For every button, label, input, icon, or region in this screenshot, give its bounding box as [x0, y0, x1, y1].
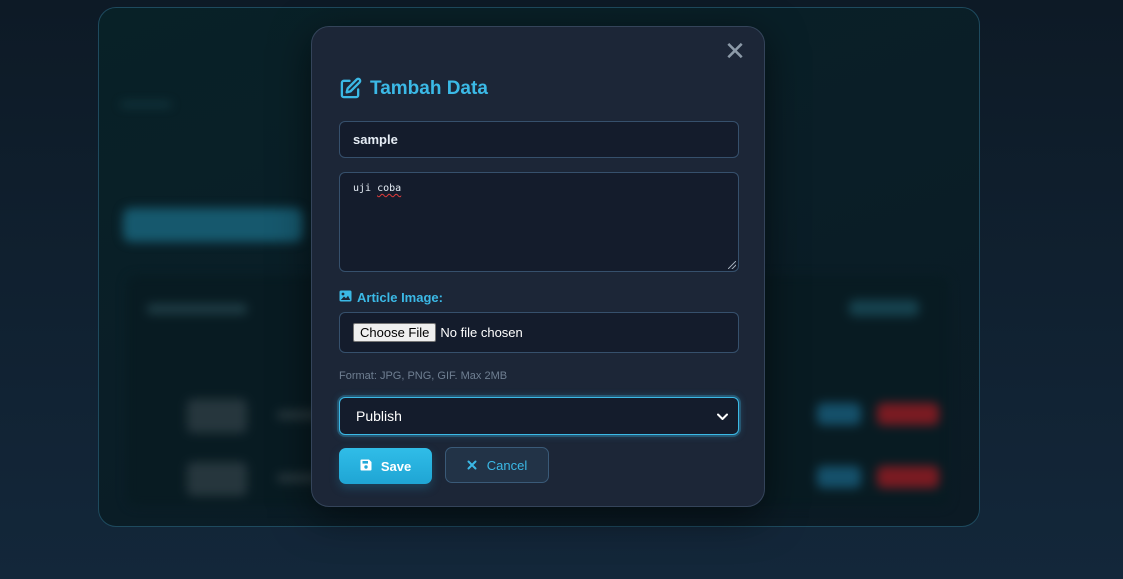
x-icon	[467, 458, 477, 473]
content-text: uji	[353, 183, 378, 194]
save-button[interactable]: Save	[339, 448, 432, 484]
status-select[interactable]: Publish	[339, 397, 739, 435]
background-table-header	[147, 304, 247, 314]
background-row-edit	[817, 466, 861, 488]
modal-title: Tambah Data	[339, 77, 488, 100]
background-row-thumbnail	[187, 399, 247, 433]
content-textarea[interactable]: uji coba	[339, 172, 739, 272]
add-data-modal: ✕ Tambah Data sample uji coba Article Im…	[311, 26, 765, 507]
floppy-disk-icon	[360, 459, 372, 474]
choose-file-button[interactable]: Choose File	[353, 323, 437, 342]
chevron-down-icon	[717, 408, 728, 424]
modal-title-text: Tambah Data	[370, 77, 488, 99]
article-image-label-text: Article Image:	[357, 290, 443, 305]
status-select-value: Publish	[356, 408, 402, 424]
image-icon	[339, 290, 352, 305]
save-button-label: Save	[380, 458, 412, 474]
content-text-misspelled: coba	[377, 183, 402, 194]
close-icon[interactable]: ✕	[724, 38, 746, 64]
article-image-label: Article Image:	[339, 290, 443, 305]
resize-handle[interactable]	[728, 261, 736, 269]
file-status: No file chosen	[440, 325, 523, 340]
title-input[interactable]: sample	[339, 121, 739, 158]
cancel-button-label: Cancel	[486, 457, 528, 473]
edit-icon	[339, 77, 362, 100]
background-row-delete	[877, 403, 939, 425]
background-row-thumbnail	[187, 462, 247, 496]
background-add-button	[123, 208, 303, 242]
background-title-underline	[121, 103, 171, 106]
background-table-search	[849, 300, 919, 316]
background-row-edit	[817, 403, 861, 425]
format-hint: Format: JPG, PNG, GIF. Max 2MB	[339, 370, 508, 382]
background-row-delete	[877, 466, 939, 488]
cancel-button[interactable]: Cancel	[445, 447, 549, 483]
file-input[interactable]: Choose File No file chosen	[339, 312, 739, 353]
